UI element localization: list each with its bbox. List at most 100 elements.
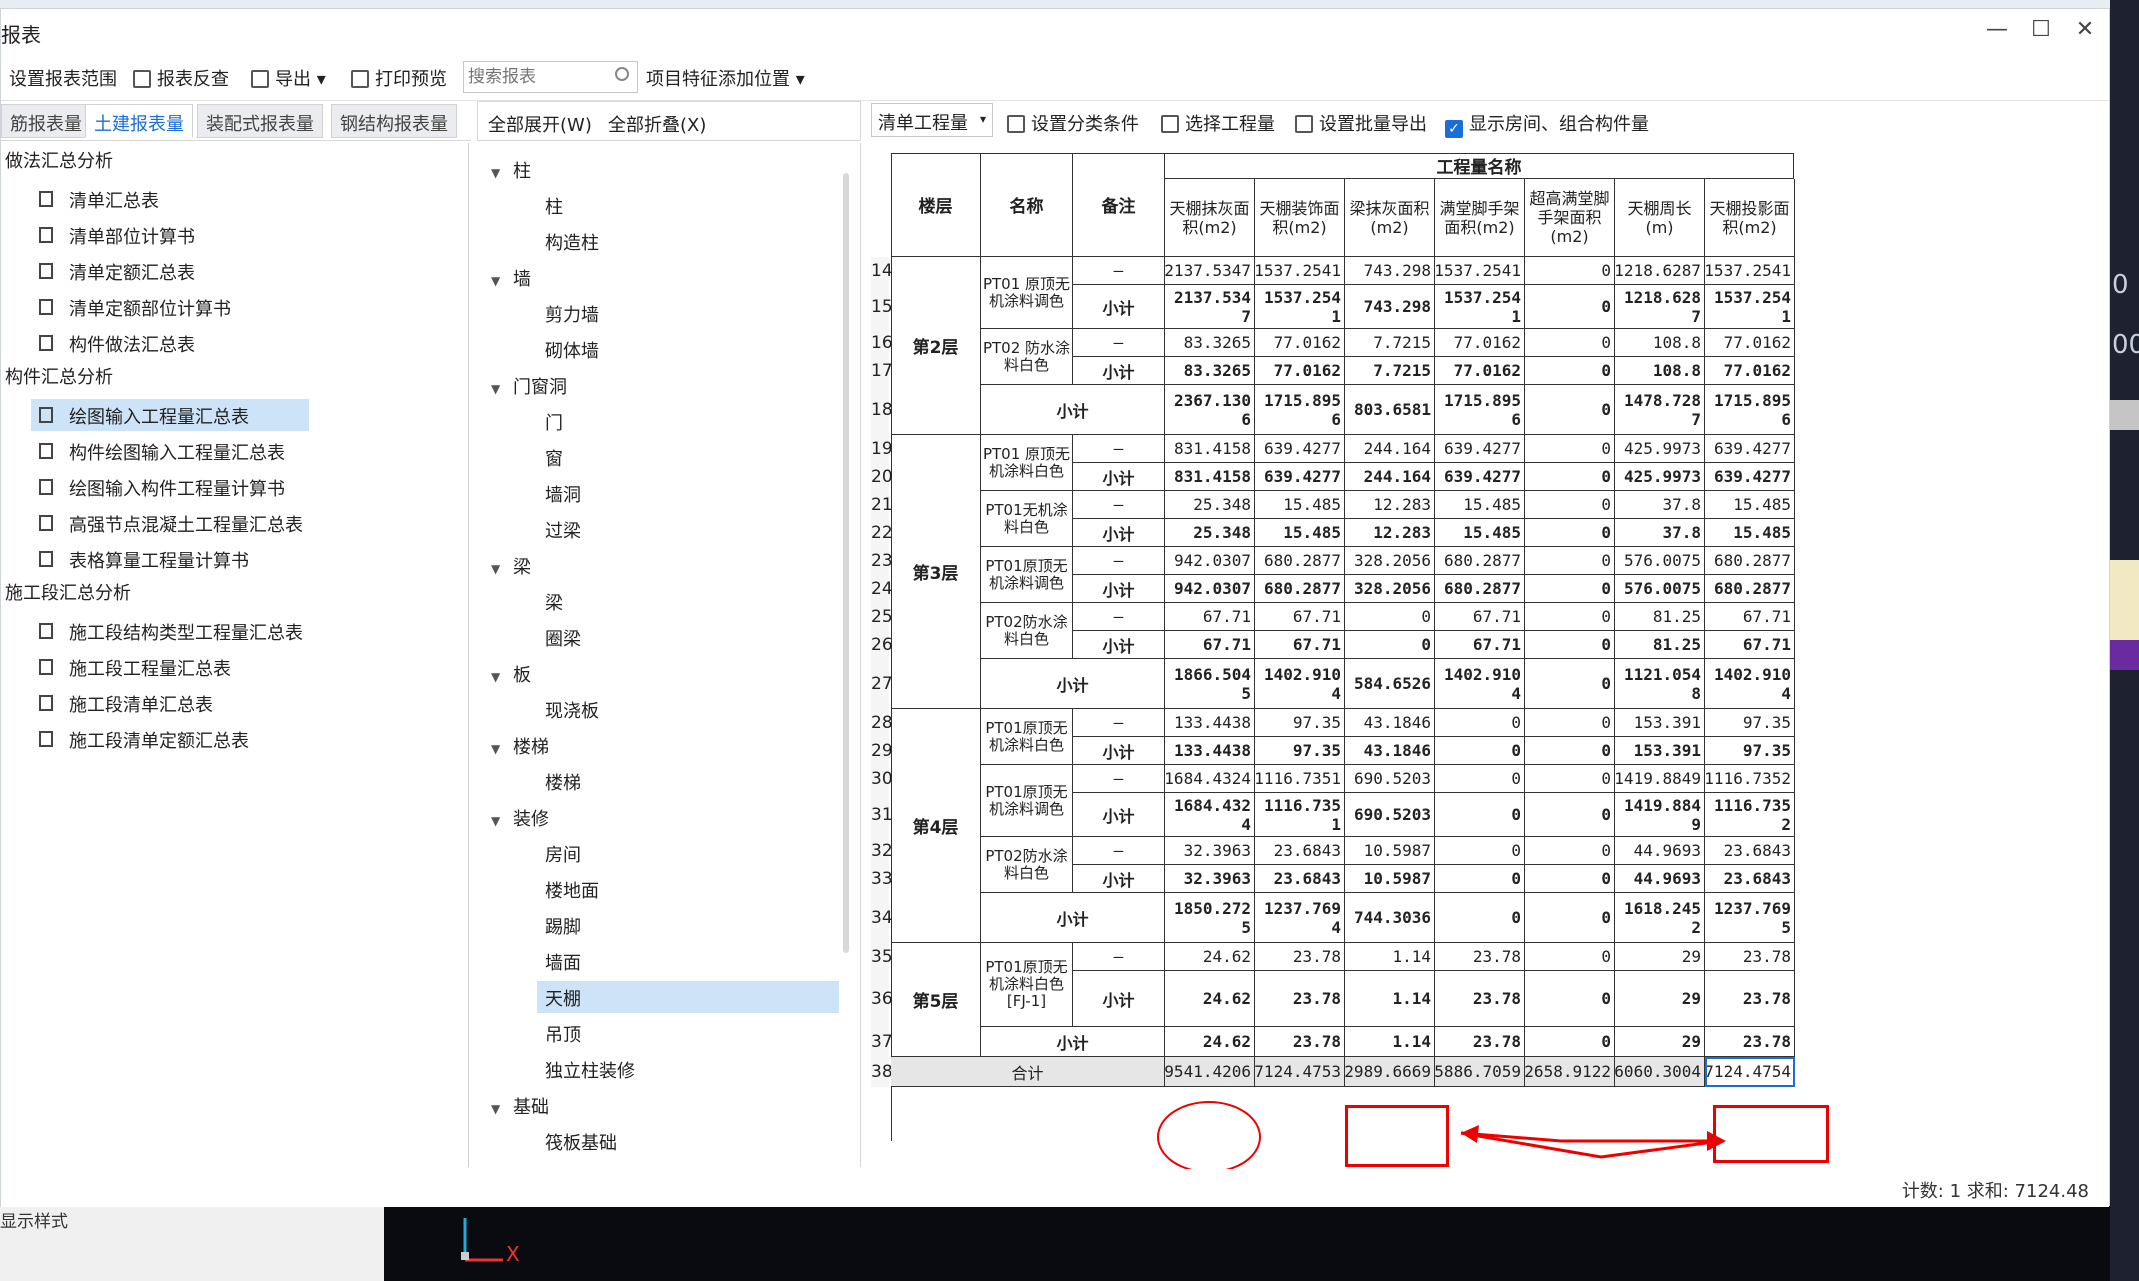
value-cell[interactable]: 24.62 <box>1165 943 1255 971</box>
value-cell[interactable]: 133.4438 <box>1165 737 1255 765</box>
row-number[interactable]: 30 <box>871 765 893 793</box>
value-cell[interactable]: 639.4277 <box>1435 463 1525 491</box>
row-number[interactable]: 33 <box>871 865 893 893</box>
tree-leaf[interactable]: 踢脚 <box>537 909 839 941</box>
value-cell[interactable]: 328.2056 <box>1345 575 1435 603</box>
value-cell[interactable]: 680.2877 <box>1435 547 1525 575</box>
show-rooms-checkbox[interactable]: ✓ 显示房间、组合构件量 <box>1445 110 1649 138</box>
value-cell[interactable]: 67.71 <box>1435 631 1525 659</box>
tree-leaf[interactable]: 过梁 <box>537 513 839 545</box>
value-cell[interactable]: 67.71 <box>1165 603 1255 631</box>
value-cell[interactable]: 97.35 <box>1255 737 1345 765</box>
tree-leaf[interactable]: 门 <box>537 405 839 437</box>
value-cell[interactable]: 0 <box>1525 709 1615 737</box>
value-cell[interactable]: 0 <box>1525 463 1615 491</box>
value-cell[interactable]: 67.71 <box>1255 603 1345 631</box>
row-number[interactable]: 37 <box>871 1027 893 1057</box>
value-cell[interactable]: 43.1846 <box>1345 737 1435 765</box>
value-cell[interactable]: 0 <box>1435 737 1525 765</box>
value-cell[interactable]: 1419.8849 <box>1615 765 1705 793</box>
subtotal-value-cell[interactable]: 1715.8956 <box>1255 385 1345 435</box>
col-header-c6[interactable]: 天棚周长(m) <box>1615 179 1705 257</box>
tree-category[interactable]: ▼ 柱 <box>491 157 531 183</box>
floor-cell[interactable]: 第5层 <box>891 943 981 1057</box>
value-cell[interactable]: 37.8 <box>1615 519 1705 547</box>
value-cell[interactable]: 1537.2541 <box>1435 285 1525 329</box>
subtotal-value-cell[interactable]: 1237.7695 <box>1705 893 1795 943</box>
report-check-button[interactable]: 报表反查 <box>133 65 229 91</box>
col-header-floor[interactable]: 楼层 <box>891 153 981 257</box>
tree-item[interactable]: 构件做法汇总表 <box>31 327 309 359</box>
subtotal-value-cell[interactable]: 1402.9104 <box>1255 659 1345 709</box>
value-cell[interactable]: 153.391 <box>1615 737 1705 765</box>
set-category-button[interactable]: 设置分类条件 <box>1007 110 1139 136</box>
value-cell[interactable]: 680.2877 <box>1435 575 1525 603</box>
tab-rebar[interactable]: 筋报表量 <box>1 104 91 138</box>
value-cell[interactable]: 77.0162 <box>1705 329 1795 357</box>
row-number[interactable]: 15 <box>871 285 893 329</box>
subtotal-value-cell[interactable]: 0 <box>1525 659 1615 709</box>
expand-arrow-icon[interactable]: ▼ <box>491 562 513 576</box>
set-range-button[interactable]: 设置报表范围 <box>9 65 117 91</box>
tree-category[interactable]: ▼ 楼梯 <box>491 733 549 759</box>
value-cell[interactable]: 1537.2541 <box>1255 257 1345 285</box>
value-cell[interactable]: 244.164 <box>1345 435 1435 463</box>
expand-all-button[interactable]: 全部展开(W) <box>488 111 592 137</box>
item-name-cell[interactable]: PT01 原顶无机涂料调色 <box>981 257 1073 329</box>
value-cell[interactable]: 23.78 <box>1705 971 1795 1027</box>
tree-category[interactable]: ▼ 板 <box>491 661 531 687</box>
value-cell[interactable]: 0 <box>1525 793 1615 837</box>
value-cell[interactable]: 7.7215 <box>1345 357 1435 385</box>
tree-leaf[interactable]: 窗 <box>537 441 839 473</box>
row-number[interactable]: 14 <box>871 257 893 285</box>
floor-subtotal-label[interactable]: 小计 <box>981 659 1165 709</box>
col-header-note[interactable]: 备注 <box>1073 153 1165 257</box>
subtotal-value-cell[interactable]: 584.6526 <box>1345 659 1435 709</box>
tree-item[interactable]: 构件绘图输入工程量汇总表 <box>31 435 309 467</box>
minimize-icon[interactable]: — <box>1981 17 2013 42</box>
subtotal-value-cell[interactable]: 744.3036 <box>1345 893 1435 943</box>
value-cell[interactable]: 1218.6287 <box>1615 285 1705 329</box>
row-number[interactable]: 25 <box>871 603 893 631</box>
note-cell[interactable]: 小计 <box>1073 357 1165 385</box>
value-cell[interactable]: 0 <box>1345 631 1435 659</box>
row-number[interactable]: 32 <box>871 837 893 865</box>
row-number[interactable]: 29 <box>871 737 893 765</box>
tree-leaf[interactable]: 独立柱装修 <box>537 1053 839 1085</box>
value-cell[interactable]: 1116.7352 <box>1705 765 1795 793</box>
value-cell[interactable]: 425.9973 <box>1615 463 1705 491</box>
value-cell[interactable]: 23.6843 <box>1705 837 1795 865</box>
value-cell[interactable]: 7.7215 <box>1345 329 1435 357</box>
close-icon[interactable]: ✕ <box>2069 17 2101 42</box>
value-cell[interactable]: 12.283 <box>1345 519 1435 547</box>
value-cell[interactable]: 1116.7352 <box>1705 793 1795 837</box>
value-cell[interactable]: 23.6843 <box>1705 865 1795 893</box>
value-cell[interactable]: 1116.7351 <box>1255 765 1345 793</box>
row-number[interactable]: 35 <box>871 943 893 971</box>
tree-leaf[interactable]: 剪力墙 <box>537 297 839 329</box>
subtotal-value-cell[interactable]: 1237.7694 <box>1255 893 1345 943</box>
subtotal-value-cell[interactable]: 1402.9104 <box>1705 659 1795 709</box>
value-cell[interactable]: 0 <box>1525 575 1615 603</box>
value-cell[interactable]: 639.4277 <box>1255 435 1345 463</box>
item-name-cell[interactable]: PT02防水涂料白色 <box>981 603 1073 659</box>
tree-leaf[interactable]: 楼地面 <box>537 873 839 905</box>
value-cell[interactable]: 425.9973 <box>1615 435 1705 463</box>
subtotal-value-cell[interactable]: 1715.8956 <box>1705 385 1795 435</box>
row-number[interactable]: 22 <box>871 519 893 547</box>
note-cell[interactable]: — <box>1073 603 1165 631</box>
value-cell[interactable]: 153.391 <box>1615 709 1705 737</box>
value-cell[interactable]: 25.348 <box>1165 519 1255 547</box>
subtotal-value-cell[interactable]: 0 <box>1435 893 1525 943</box>
value-cell[interactable]: 29 <box>1615 943 1705 971</box>
subtotal-value-cell[interactable]: 1850.2725 <box>1165 893 1255 943</box>
value-cell[interactable]: 0 <box>1525 603 1615 631</box>
value-cell[interactable]: 97.35 <box>1255 709 1345 737</box>
value-cell[interactable]: 680.2877 <box>1255 575 1345 603</box>
item-name-cell[interactable]: PT01原顶无机涂料调色 <box>981 547 1073 603</box>
row-number[interactable]: 38 <box>871 1057 893 1087</box>
value-cell[interactable]: 690.5203 <box>1345 793 1435 837</box>
maximize-icon[interactable]: ☐ <box>2025 17 2057 42</box>
subtotal-value-cell[interactable]: 1866.5045 <box>1165 659 1255 709</box>
note-cell[interactable]: 小计 <box>1073 971 1165 1027</box>
